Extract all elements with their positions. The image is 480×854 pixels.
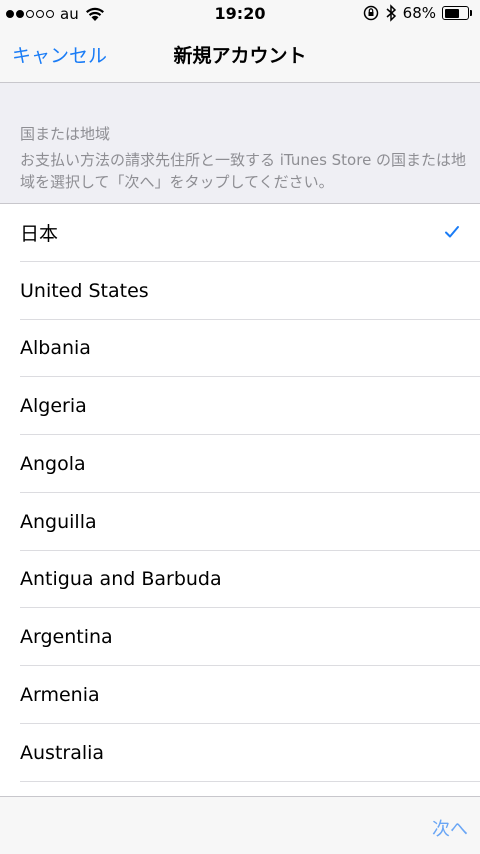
country-name: Angola xyxy=(20,452,86,475)
country-row[interactable]: United States xyxy=(0,262,480,320)
country-row[interactable]: Antigua and Barbuda xyxy=(0,551,480,609)
country-row[interactable]: Albania xyxy=(0,320,480,378)
country-name: Algeria xyxy=(20,395,87,418)
country-name: 日本 xyxy=(20,223,59,246)
section-header: 国または地域 お支払い方法の請求先住所と一致する iTunes Store の国… xyxy=(0,83,480,204)
page-title: 新規アカウント xyxy=(173,45,307,67)
battery-percent: 68% xyxy=(402,4,436,22)
bluetooth-icon xyxy=(386,4,396,22)
country-row[interactable]: Australia xyxy=(0,724,480,782)
country-name: Anguilla xyxy=(20,510,97,533)
country-name: Argentina xyxy=(20,626,113,649)
country-name: United States xyxy=(20,279,149,302)
country-name: Australia xyxy=(20,741,105,764)
country-name: Armenia xyxy=(20,683,100,706)
status-bar: au 19:20 68% xyxy=(0,0,480,28)
next-button[interactable]: 次へ xyxy=(432,815,468,841)
battery-tip xyxy=(470,10,472,16)
country-row[interactable]: 日本 xyxy=(0,204,480,262)
checkmark-icon xyxy=(445,226,459,238)
country-row[interactable]: Anguilla xyxy=(0,493,480,551)
section-description: お支払い方法の請求先住所と一致する iTunes Store の国または地域を選… xyxy=(20,151,467,191)
section-title: 国または地域 xyxy=(20,125,111,143)
country-list[interactable]: 日本 United States Albania Algeria Angola … xyxy=(0,204,480,797)
bottom-toolbar: 次へ xyxy=(0,796,480,854)
battery-icon xyxy=(442,6,472,20)
battery-fill xyxy=(444,8,460,18)
rotation-lock-icon xyxy=(363,5,378,21)
country-row[interactable]: Angola xyxy=(0,435,480,493)
country-row[interactable]: Argentina xyxy=(0,608,480,666)
status-right: 68% xyxy=(363,4,472,22)
country-name: Albania xyxy=(20,337,91,360)
country-row[interactable]: Algeria xyxy=(0,377,480,435)
navigation-bar: キャンセル 新規アカウント xyxy=(0,28,480,83)
battery-body xyxy=(442,6,469,20)
country-name: Antigua and Barbuda xyxy=(20,568,222,591)
country-row[interactable]: Armenia xyxy=(0,666,480,724)
